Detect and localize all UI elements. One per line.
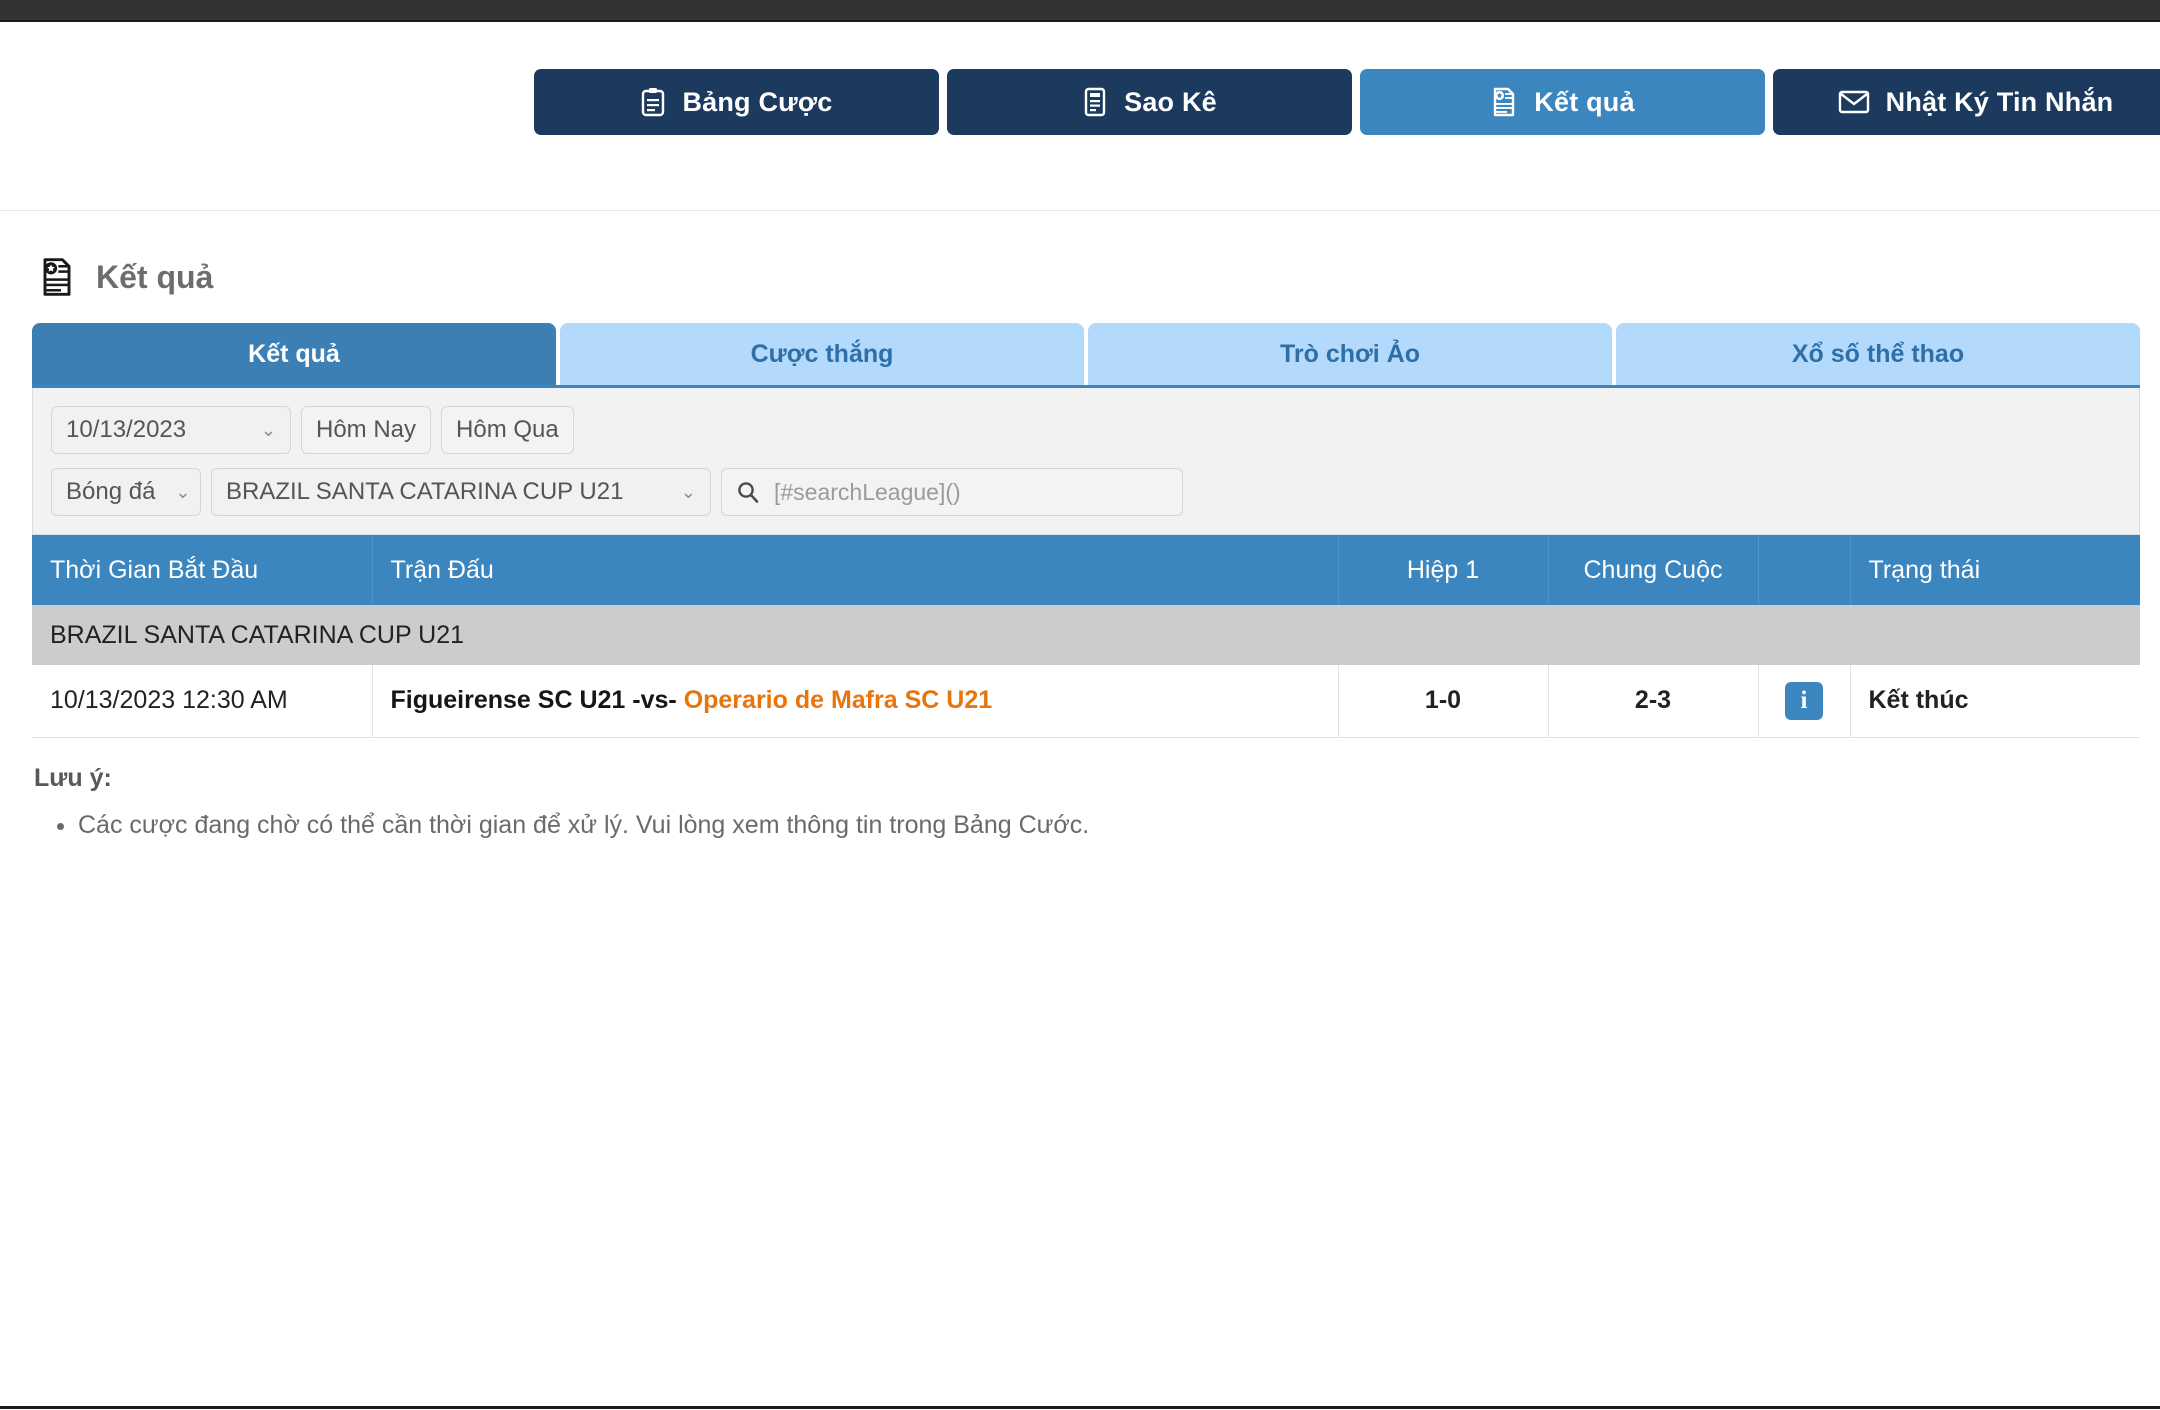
- results-icon: [1490, 87, 1518, 117]
- league-group-label: BRAZIL SANTA CATARINA CUP U21: [32, 605, 2140, 665]
- filter-row-date: 10/13/2023 ⌄ Hôm Nay Hôm Qua: [51, 406, 2121, 454]
- nav-button-ket-qua[interactable]: Kết quả: [1360, 69, 1765, 135]
- results-icon: [38, 257, 76, 297]
- page-title: Kết quả: [96, 258, 214, 295]
- notes-list: Các cược đang chờ có thể cần thời gian đ…: [32, 807, 2140, 845]
- notes-title: Lưu ý:: [34, 763, 112, 792]
- notes-section: Lưu ý: Các cược đang chờ có thể cần thời…: [32, 738, 2140, 845]
- search-icon: [736, 480, 760, 504]
- vs-separator: -vs-: [632, 686, 677, 715]
- league-select[interactable]: BRAZIL SANTA CATARINA CUP U21 ⌄: [211, 468, 711, 516]
- results-table-head: Thời Gian Bắt Đầu Trận Đấu Hiệp 1 Chung …: [32, 535, 2140, 605]
- col-header-half1: Hiệp 1: [1338, 535, 1549, 605]
- sport-select-value: Bóng đá: [66, 478, 156, 505]
- nav-button-label: Bảng Cược: [682, 86, 833, 117]
- date-select[interactable]: 10/13/2023 ⌄: [51, 406, 291, 454]
- date-select-value: 10/13/2023: [66, 416, 187, 443]
- col-header-time: Thời Gian Bắt Đầu: [32, 535, 373, 605]
- sport-select[interactable]: Bóng đá ⌄: [51, 468, 201, 516]
- results-tabs: Kết quả Cược thắng Trò chơi Ảo Xổ số thể…: [32, 323, 2140, 388]
- chevron-down-icon: ⌄: [260, 420, 276, 440]
- bottom-divider: [0, 1406, 2160, 1409]
- nav-button-sao-ke[interactable]: Sao Kê: [947, 69, 1352, 135]
- tab-tro-choi-ao[interactable]: Trò chơi Ảo: [1088, 323, 1612, 385]
- league-group-row: BRAZIL SANTA CATARINA CUP U21: [32, 605, 2140, 665]
- info-icon[interactable]: i: [1785, 681, 1823, 720]
- away-team: Operario de Mafra SC U21: [683, 686, 993, 715]
- table-row: 10/13/2023 12:30 AM Figueirense SC U21 -…: [32, 665, 2140, 738]
- top-system-bar: [0, 0, 2160, 22]
- tab-cuoc-thang[interactable]: Cược thắng: [560, 323, 1084, 385]
- col-header-info: [1758, 535, 1851, 605]
- primary-nav: Bảng Cược Sao Kê Kết quả Nhật Ký Tin Nhắ…: [0, 22, 2160, 182]
- nav-button-label: Sao Kê: [1124, 86, 1217, 117]
- filter-panel: 10/13/2023 ⌄ Hôm Nay Hôm Qua Bóng đá ⌄ B…: [32, 388, 2140, 535]
- today-button-label: Hôm Nay: [316, 416, 417, 443]
- cell-status: Kết thúc: [1850, 665, 2140, 738]
- search-placeholder: [#searchLeague](): [774, 478, 961, 505]
- cell-time: 10/13/2023 12:30 AM: [32, 665, 373, 738]
- tab-label: Kết quả: [248, 339, 340, 368]
- nav-button-label: Kết quả: [1534, 86, 1635, 117]
- clipboard-icon: [640, 87, 666, 117]
- envelope-icon: [1838, 89, 1870, 115]
- yesterday-button[interactable]: Hôm Qua: [441, 406, 574, 454]
- cell-info: i: [1758, 665, 1851, 738]
- nav-button-bang-cuoc[interactable]: Bảng Cược: [534, 69, 939, 135]
- statement-icon: [1082, 87, 1108, 117]
- col-header-status: Trạng thái: [1850, 535, 2140, 605]
- tab-label: Trò chơi Ảo: [1279, 339, 1420, 368]
- cell-half1-score: 1-0: [1338, 665, 1549, 738]
- list-item: Các cược đang chờ có thể cần thời gian đ…: [78, 807, 2140, 845]
- cell-fulltime-score: 2-3: [1548, 665, 1759, 738]
- cell-match: Figueirense SC U21 -vs- Operario de Mafr…: [372, 665, 1339, 738]
- search-input[interactable]: [#searchLeague](): [721, 468, 1183, 516]
- col-header-match: Trận Đấu: [372, 535, 1339, 605]
- tab-ket-qua[interactable]: Kết quả: [32, 323, 556, 385]
- results-table-body: BRAZIL SANTA CATARINA CUP U21 10/13/2023…: [32, 605, 2140, 738]
- yesterday-button-label: Hôm Qua: [456, 416, 559, 443]
- page-content: Kết quả Kết quả Cược thắng Trò chơi Ảo X…: [0, 211, 2160, 844]
- home-team: Figueirense SC U21: [390, 686, 626, 715]
- chevron-down-icon: ⌄: [680, 482, 696, 502]
- page-header: Kết quả: [32, 211, 2140, 323]
- tab-label: Xổ số thể thao: [1791, 339, 1965, 368]
- chevron-down-icon: ⌄: [175, 482, 191, 502]
- results-table: Thời Gian Bắt Đầu Trận Đấu Hiệp 1 Chung …: [32, 535, 2140, 738]
- tab-xo-so-the-thao[interactable]: Xổ số thể thao: [1616, 323, 2140, 385]
- col-header-fulltime: Chung Cuộc: [1548, 535, 1759, 605]
- nav-button-nhat-ky-tin-nhan[interactable]: Nhật Ký Tin Nhắn: [1773, 69, 2160, 135]
- filter-row-league: Bóng đá ⌄ BRAZIL SANTA CATARINA CUP U21 …: [51, 468, 2121, 516]
- table-header-row: Thời Gian Bắt Đầu Trận Đấu Hiệp 1 Chung …: [32, 535, 2140, 605]
- league-select-value: BRAZIL SANTA CATARINA CUP U21: [226, 478, 624, 505]
- tab-label: Cược thắng: [750, 339, 894, 368]
- today-button[interactable]: Hôm Nay: [301, 406, 432, 454]
- nav-button-label: Nhật Ký Tin Nhắn: [1885, 86, 2114, 117]
